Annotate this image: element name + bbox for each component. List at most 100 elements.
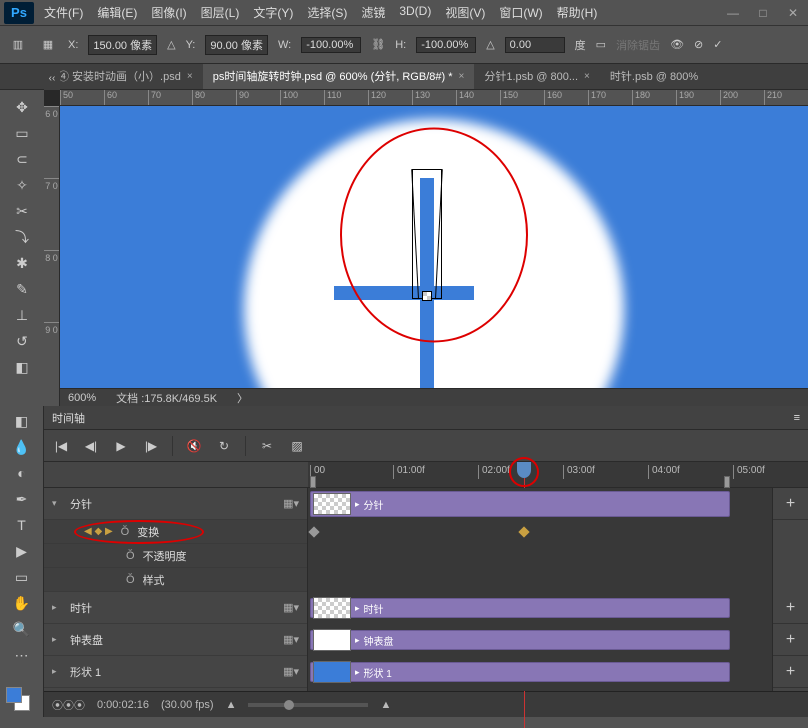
stopwatch-icon[interactable]: Ŏ — [126, 574, 135, 586]
menu-image[interactable]: 图像(I) — [145, 0, 192, 25]
keyframe[interactable] — [308, 526, 319, 537]
commit-transform-icon[interactable]: ✓ — [713, 38, 722, 51]
path-select-tool[interactable]: ▶ — [10, 540, 34, 562]
clip-minute[interactable]: ▸分针 — [310, 491, 730, 517]
blur-tool[interactable]: 💧 — [10, 436, 34, 458]
chevron-down-icon[interactable]: ▾ — [52, 498, 62, 509]
prop-transform[interactable]: ◀ ◆ ▶ Ŏ 变换 — [44, 520, 307, 544]
play-button[interactable]: ▶ — [112, 439, 130, 453]
zoom-out-icon[interactable]: ▲ — [226, 699, 237, 711]
interpolation-icon[interactable]: ▭ — [596, 38, 606, 51]
prop-opacity[interactable]: Ŏ 不透明度 — [44, 544, 307, 568]
maximize-button[interactable]: □ — [748, 0, 778, 26]
stopwatch-icon[interactable]: Ŏ — [121, 526, 130, 538]
tab-0[interactable]: ④ 安装时动画（小）.psd× — [48, 64, 203, 89]
prop-style[interactable]: Ŏ 样式 — [44, 568, 307, 592]
h-field[interactable]: -100.00% — [416, 37, 476, 53]
tab-scroll-left[interactable]: ‹‹ — [44, 66, 60, 90]
stopwatch-icon[interactable]: Ŏ — [126, 550, 135, 562]
clip-shape[interactable]: ▸形状 1 — [310, 662, 730, 682]
brush-tool[interactable]: ✎ — [10, 278, 34, 300]
history-brush-tool[interactable]: ↺ — [10, 330, 34, 352]
loop-toggle[interactable]: ↻ — [215, 439, 233, 453]
audio-toggle[interactable]: 🔇 — [185, 439, 203, 453]
marquee-tool[interactable]: ▭ — [10, 122, 34, 144]
eraser-tool[interactable]: ◧ — [10, 356, 34, 378]
tab-1[interactable]: ps时间轴旋转时钟.psd @ 600% (分针, RGB/8#) *× — [203, 64, 475, 89]
hand-tool[interactable]: ✋ — [10, 592, 34, 614]
track-dial[interactable]: ▸ 钟表盘 ▦▾ — [44, 624, 307, 656]
chevron-right-icon[interactable]: ▸ — [52, 666, 62, 677]
current-time[interactable]: 0:00:02:16 — [97, 699, 149, 711]
eyedropper-tool[interactable]: ⤵ — [10, 226, 34, 248]
canvas-viewport[interactable]: 5060708090100110120130140150160170180190… — [44, 90, 808, 406]
cancel-transform-icon[interactable]: ⊘ — [694, 38, 703, 51]
canvas[interactable] — [60, 106, 808, 406]
ref-point-icon[interactable]: ▦ — [38, 35, 58, 55]
color-swatches[interactable] — [6, 687, 30, 711]
panel-menu-icon[interactable]: ≡ — [794, 412, 800, 424]
playhead[interactable] — [517, 462, 531, 478]
add-media-button[interactable]: + — [773, 488, 808, 520]
work-area-end[interactable] — [724, 476, 730, 488]
menu-edit[interactable]: 编辑(E) — [91, 0, 143, 25]
menu-3d[interactable]: 3D(D) — [393, 0, 437, 25]
track-shape[interactable]: ▸ 形状 1 ▦▾ — [44, 656, 307, 688]
close-icon[interactable]: × — [458, 71, 464, 82]
wand-tool[interactable]: ✧ — [10, 174, 34, 196]
dodge-tool[interactable]: ◐ — [10, 462, 34, 484]
layer-options-icon[interactable]: ▦▾ — [283, 665, 299, 678]
status-arrow-icon[interactable]: 〉 — [237, 390, 248, 406]
gradient-tool[interactable]: ◧ — [10, 410, 34, 432]
angle-field[interactable]: 0.00 — [505, 37, 565, 53]
split-clip-button[interactable]: ✂ — [258, 439, 276, 453]
add-media-button[interactable]: + — [773, 656, 808, 688]
close-icon[interactable]: × — [584, 71, 590, 82]
goto-start-button[interactable]: |◀ — [52, 439, 70, 453]
layer-options-icon[interactable]: ▦▾ — [283, 497, 299, 510]
fg-color[interactable] — [6, 687, 22, 703]
zoom-level[interactable]: 600% — [68, 392, 96, 404]
add-media-button[interactable]: + — [773, 624, 808, 656]
menu-filter[interactable]: 滤镜 — [355, 0, 391, 25]
lasso-tool[interactable]: ⊂ — [10, 148, 34, 170]
track-minute[interactable]: ▾ 分针 ▦▾ — [44, 488, 307, 520]
y-field[interactable]: 90.00 像素 — [205, 35, 268, 55]
add-media-button[interactable]: + — [773, 592, 808, 624]
menu-select[interactable]: 选择(S) — [301, 0, 353, 25]
layer-options-icon[interactable]: ▦▾ — [283, 601, 299, 614]
move-tool[interactable]: ✥ — [10, 96, 34, 118]
timeline-ruler[interactable]: 00 01:00f 02:00f 03:00f 04:00f 05:00f — [308, 462, 808, 487]
menu-type[interactable]: 文字(Y) — [247, 0, 299, 25]
minimize-button[interactable]: — — [718, 0, 748, 26]
chevron-right-icon[interactable]: ▸ — [52, 602, 62, 613]
close-icon[interactable]: × — [187, 71, 193, 82]
next-frame-button[interactable]: |▶ — [142, 439, 160, 453]
render-button[interactable]: ⦿⦿⦿ — [52, 697, 85, 713]
pen-tool[interactable]: ✒ — [10, 488, 34, 510]
warp-icon[interactable]: 👁 — [670, 38, 684, 51]
clip-dial[interactable]: ▸钟表盘 — [310, 630, 730, 650]
close-button[interactable]: ✕ — [778, 0, 808, 26]
shape-tool[interactable]: ▭ — [10, 566, 34, 588]
edit-toolbar[interactable]: ⋯ — [10, 644, 34, 666]
layer-options-icon[interactable]: ▦▾ — [283, 633, 299, 646]
zoom-in-icon[interactable]: ▲ — [380, 699, 391, 711]
doc-size[interactable]: 文档 :175.8K/469.5K — [116, 390, 217, 406]
zoom-tool[interactable]: 🔍 — [10, 618, 34, 640]
menu-help[interactable]: 帮助(H) — [551, 0, 604, 25]
x-field[interactable]: 150.00 像素 — [88, 35, 157, 55]
track-clips[interactable]: ▸分针 ▸时针 ▸钟表盘 ▸形状 1 — [308, 488, 772, 691]
stamp-tool[interactable]: ⊥ — [10, 304, 34, 326]
prev-frame-button[interactable]: ◀| — [82, 439, 100, 453]
chevron-right-icon[interactable]: ▸ — [52, 634, 62, 645]
tab-3[interactable]: 时针.psb @ 800% — [600, 64, 708, 89]
crop-tool[interactable]: ✂ — [10, 200, 34, 222]
menu-file[interactable]: 文件(F) — [38, 0, 89, 25]
tab-2[interactable]: 分针1.psb @ 800...× — [474, 64, 600, 89]
heal-tool[interactable]: ✱ — [10, 252, 34, 274]
zoom-slider[interactable] — [248, 703, 368, 707]
transition-button[interactable]: ▨ — [288, 439, 306, 453]
keyframe-nav[interactable]: ◀ ◆ ▶ — [84, 526, 113, 537]
track-hour[interactable]: ▸ 时针 ▦▾ — [44, 592, 307, 624]
